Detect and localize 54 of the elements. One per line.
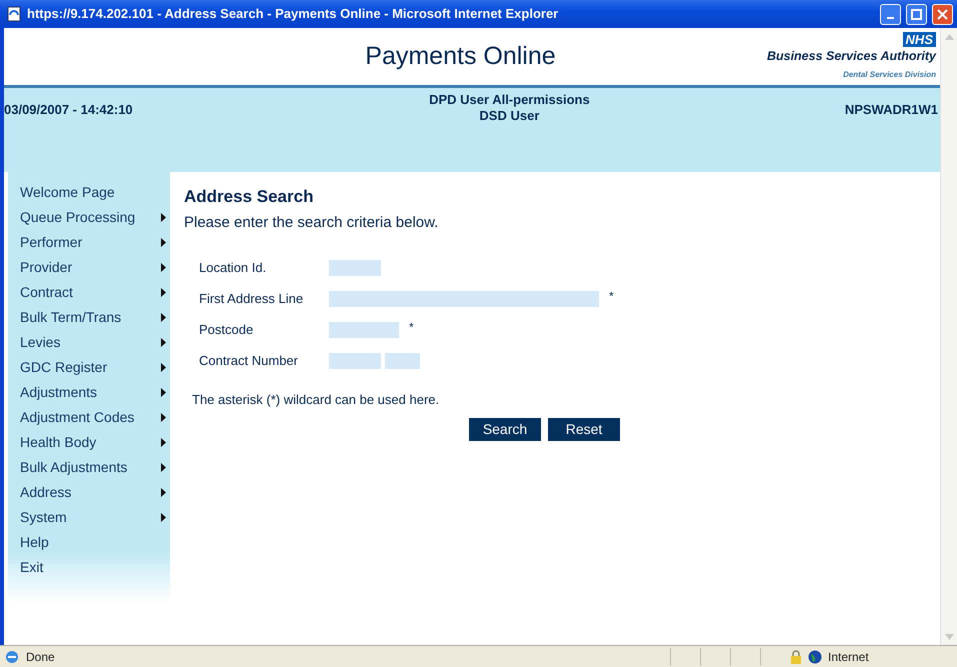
form-button[interactable]: Reset bbox=[548, 418, 620, 440]
required-mark: * bbox=[409, 318, 414, 336]
menu-item[interactable]: Welcome Page bbox=[20, 180, 170, 205]
input-field[interactable] bbox=[329, 290, 599, 306]
instruction-text: Please enter the search criteria below. bbox=[184, 214, 438, 230]
status-text: Done bbox=[26, 648, 56, 666]
field-label: Postcode bbox=[199, 320, 254, 339]
security-zone: Internet bbox=[828, 648, 870, 666]
menu-item[interactable]: Adjustment Codes bbox=[20, 405, 170, 430]
scrollbar[interactable] bbox=[940, 28, 957, 645]
menu-item[interactable]: Health Body bbox=[20, 430, 170, 455]
menu-item[interactable]: Bulk Adjustments bbox=[20, 455, 170, 480]
menu-item[interactable]: Levies bbox=[20, 330, 170, 355]
field-label: First Address Line bbox=[199, 290, 304, 308]
organisation-name: Business Services Authority bbox=[766, 48, 936, 65]
maximize-icon bbox=[911, 8, 922, 20]
input-field[interactable] bbox=[329, 352, 381, 368]
site-title: Payments Online bbox=[365, 42, 556, 70]
menu-item[interactable]: Bulk Term/Trans bbox=[20, 305, 170, 330]
menu-item[interactable]: GDC Register bbox=[20, 355, 170, 380]
menu-item[interactable]: Help bbox=[20, 530, 170, 555]
scroll-up-icon[interactable] bbox=[944, 34, 954, 40]
menu-item[interactable]: Exit bbox=[20, 555, 170, 580]
page-heading: Address Search bbox=[184, 187, 314, 206]
menu-item[interactable]: Provider bbox=[20, 255, 170, 280]
input-field[interactable] bbox=[329, 322, 399, 338]
wildcard-note: The asterisk (*) wildcard can be used here. bbox=[192, 392, 440, 407]
close-button[interactable] bbox=[932, 4, 953, 24]
scroll-down-icon[interactable] bbox=[944, 634, 954, 640]
field-label: Location Id. bbox=[199, 258, 268, 277]
form-button[interactable]: Search bbox=[469, 418, 541, 440]
minimize-icon bbox=[887, 17, 894, 19]
padlock-icon bbox=[790, 650, 802, 664]
close-icon bbox=[937, 8, 948, 20]
division-name: Dental Services Division bbox=[843, 69, 936, 82]
menu-item[interactable]: Queue Processing bbox=[20, 205, 170, 230]
screen-code: NPSWADR1W1 bbox=[844, 102, 938, 117]
user-role: DSD User bbox=[479, 108, 540, 123]
window-title: https://9.174.202.101 - Address Search - Payments Online - Microsoft Internet Explorer bbox=[27, 5, 560, 24]
menu-item[interactable]: Adjustments bbox=[20, 380, 170, 405]
input-field[interactable] bbox=[329, 260, 381, 276]
maximize-button[interactable] bbox=[906, 4, 927, 24]
required-mark: * bbox=[609, 288, 614, 304]
menu-item[interactable]: Address bbox=[20, 480, 170, 505]
input-field[interactable] bbox=[385, 352, 420, 368]
user-role: DPD User All-permissions bbox=[429, 92, 590, 107]
minimize-button[interactable] bbox=[880, 4, 901, 24]
globe-icon bbox=[808, 650, 822, 664]
date-time: 03/09/2007 - 14:42:10 bbox=[4, 102, 133, 117]
menu-item[interactable]: Performer bbox=[20, 230, 170, 255]
menu-item[interactable]: Contract bbox=[20, 280, 170, 305]
menu-item[interactable]: System bbox=[20, 505, 170, 530]
field-label: Contract Number bbox=[199, 352, 299, 370]
nhs-logo: NHS bbox=[902, 32, 936, 47]
